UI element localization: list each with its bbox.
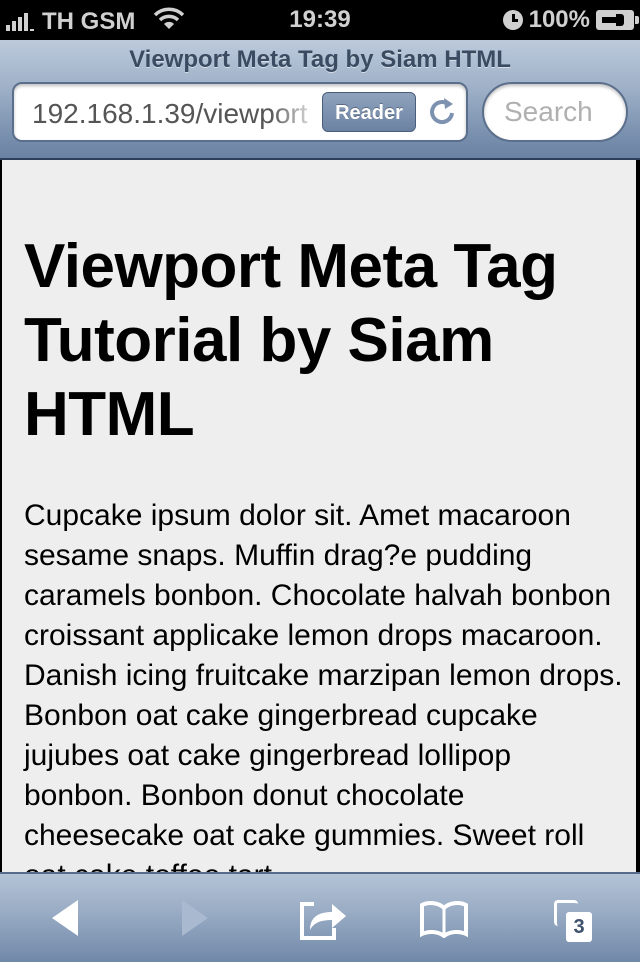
back-button[interactable] [34, 886, 98, 950]
url-text[interactable]: 192.168.1.39/viewport [32, 98, 322, 130]
article-heading: Viewport Meta Tag Tutorial by Siam HTML [24, 232, 558, 449]
url-field[interactable]: 192.168.1.39/viewport Reader [12, 82, 468, 142]
browser-toolbar: 3 [0, 872, 640, 962]
share-icon [300, 902, 346, 940]
web-content[interactable]: Viewport Meta Tag Tutorial by Siam HTML … [2, 160, 636, 872]
article-paragraph: Cupcake ipsum dolor sit. Amet macaroon s… [24, 499, 623, 872]
tabs-icon: 3 [540, 886, 604, 950]
share-button[interactable] [292, 886, 356, 950]
battery-percent: 100% [528, 6, 590, 33]
tabs-button[interactable]: 3 [540, 886, 604, 950]
reload-icon[interactable] [426, 96, 458, 128]
page-title: Viewport Meta Tag by Siam HTML [129, 46, 511, 73]
reader-button[interactable]: Reader [322, 92, 416, 132]
bookmarks-icon [420, 901, 468, 938]
search-input[interactable] [482, 82, 628, 142]
forward-icon [182, 900, 208, 936]
bookmarks-button[interactable] [412, 886, 476, 950]
battery-charging-icon [596, 10, 639, 30]
status-bar: TH GSM 19:39 100% [0, 0, 640, 40]
browser-address-bar: Viewport Meta Tag by Siam HTML 192.168.1… [0, 40, 640, 160]
forward-button[interactable] [162, 886, 226, 950]
tab-count: 3 [566, 912, 592, 942]
back-icon [52, 900, 78, 936]
alarm-clock-icon [502, 10, 523, 30]
content-border-right [636, 160, 640, 872]
